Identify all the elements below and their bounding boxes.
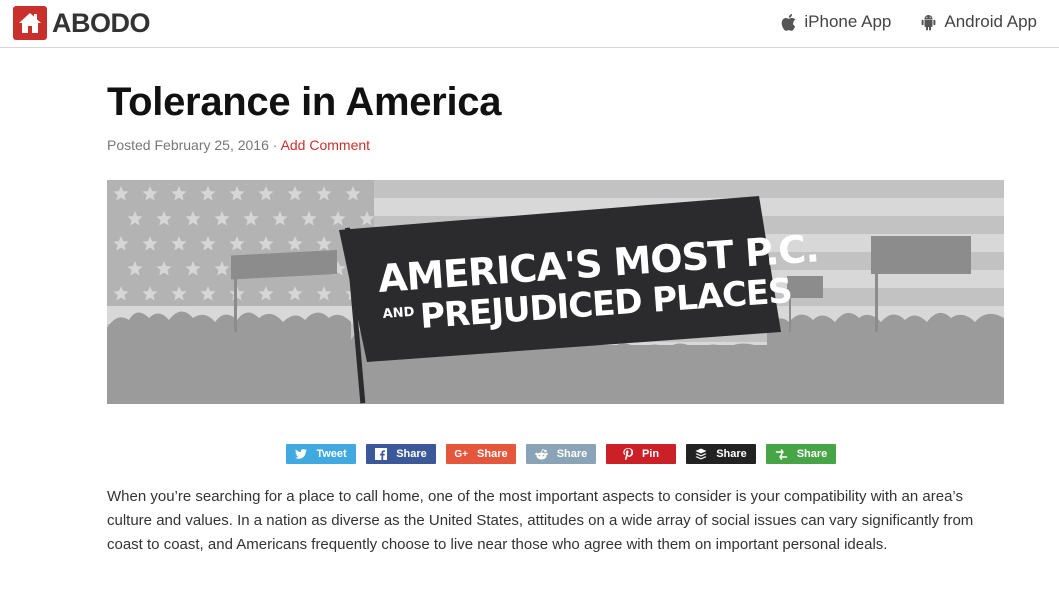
pinterest-pin-button[interactable]: Pin bbox=[606, 444, 676, 464]
post-meta: Posted February 25, 2016 · Add Comment bbox=[107, 137, 370, 153]
reddit-share-label: Share bbox=[556, 448, 588, 460]
iphone-app-label: iPhone App bbox=[804, 12, 892, 31]
share-arrow-icon bbox=[775, 448, 788, 460]
pinterest-pin-label: Pin bbox=[641, 448, 660, 460]
hero-illustration: AMERICA'S MOST P.C. AND PREJUDICED PLACE… bbox=[107, 180, 1004, 404]
add-comment-link[interactable]: Add Comment bbox=[281, 137, 370, 153]
buffer-icon bbox=[695, 448, 707, 460]
mewe-share-button[interactable]: Share bbox=[766, 444, 836, 464]
twitter-icon bbox=[295, 449, 308, 459]
iphone-app-link[interactable]: iPhone App bbox=[781, 12, 891, 32]
abodo-logo[interactable]: ABODO bbox=[13, 6, 151, 40]
house-logo-icon bbox=[13, 6, 47, 40]
posted-date: Posted February 25, 2016 · bbox=[107, 137, 281, 153]
share-buttons: Tweet Share G+ Share Share Pin Share Sha… bbox=[286, 444, 846, 464]
tweet-button[interactable]: Tweet bbox=[286, 444, 356, 464]
article-intro-paragraph: When you’re searching for a place to cal… bbox=[107, 488, 974, 553]
brand-name: ABODO bbox=[52, 7, 151, 38]
mewe-share-label: Share bbox=[796, 448, 828, 460]
buffer-share-button[interactable]: Share bbox=[686, 444, 756, 464]
pinterest-icon bbox=[623, 448, 633, 460]
facebook-icon bbox=[375, 448, 388, 460]
hero-image: AMERICA'S MOST P.C. AND PREJUDICED PLACE… bbox=[107, 180, 1004, 404]
googleplus-share-button[interactable]: G+ Share bbox=[446, 444, 516, 464]
apple-icon bbox=[782, 13, 796, 31]
tweet-label: Tweet bbox=[316, 448, 347, 460]
article-title: Tolerance in America bbox=[107, 80, 502, 124]
top-navbar: ABODO iPhone App Android App bbox=[0, 0, 1059, 48]
app-links: iPhone App Android App bbox=[751, 12, 1037, 32]
googleplus-share-label: Share bbox=[477, 448, 508, 460]
android-icon bbox=[921, 14, 936, 30]
android-app-label: Android App bbox=[944, 12, 1037, 31]
reddit-share-button[interactable]: Share bbox=[526, 444, 596, 464]
buffer-share-label: Share bbox=[716, 448, 747, 460]
facebook-share-button[interactable]: Share bbox=[366, 444, 436, 464]
googleplus-icon: G+ bbox=[454, 448, 469, 460]
android-app-link[interactable]: Android App bbox=[921, 12, 1037, 32]
reddit-icon bbox=[534, 448, 548, 460]
banner-and: AND bbox=[382, 305, 415, 322]
facebook-share-label: Share bbox=[396, 448, 427, 460]
